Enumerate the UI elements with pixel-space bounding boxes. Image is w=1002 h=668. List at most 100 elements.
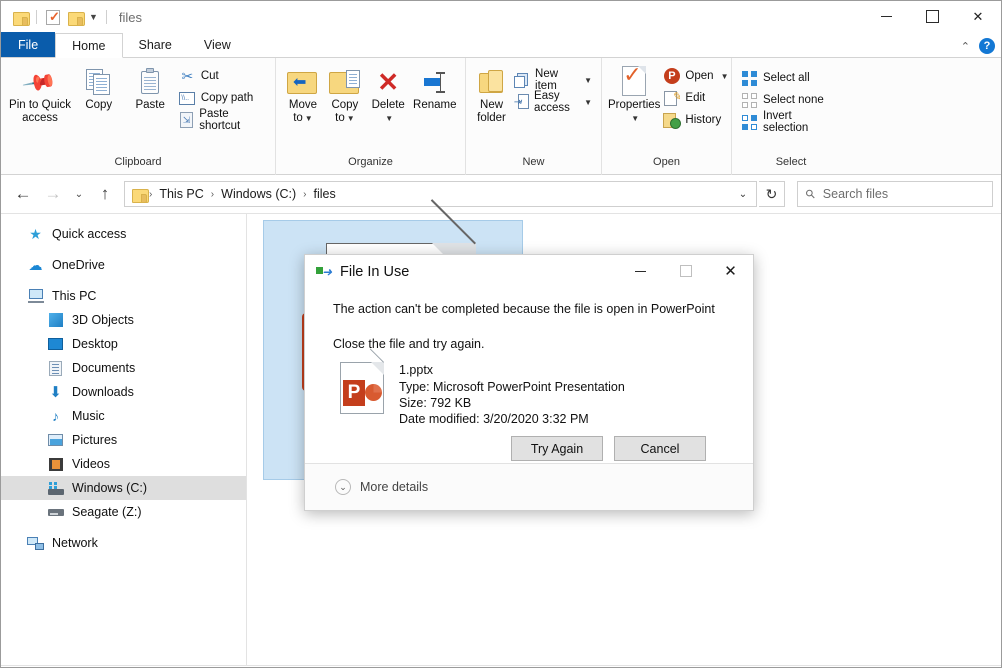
paste-shortcut-button[interactable]: ⇲ Paste shortcut [176, 108, 269, 132]
edit-icon: ✎ [663, 90, 681, 107]
properties-icon: ✓ [620, 64, 648, 99]
breadcrumb-files[interactable]: files [309, 187, 341, 201]
new-item-button[interactable]: New item ▼ [511, 68, 595, 92]
dialog-title-bar: ➜ File In Use ✕ [305, 255, 753, 288]
search-box[interactable]: ⚲ Search files [797, 181, 993, 207]
address-dropdown[interactable]: ⌄ [732, 182, 754, 206]
delete-button[interactable]: ✕ Delete ▼ [366, 62, 411, 125]
qat-properties-icon[interactable] [42, 6, 64, 28]
chevron-down-icon[interactable]: ▼ [385, 112, 393, 125]
sidebar-item-music[interactable]: ♪ Music [1, 404, 246, 428]
sidebar-item-documents[interactable]: Documents [1, 356, 246, 380]
sidebar-item-label: Windows (C:) [72, 481, 148, 495]
paste-button[interactable]: Paste [124, 62, 175, 112]
help-icon[interactable]: ? [979, 38, 995, 54]
recent-locations-button[interactable]: ⌄ [69, 180, 89, 208]
chevron-down-icon[interactable]: ▼ [631, 112, 639, 125]
minimize-button[interactable] [863, 1, 909, 32]
sidebar-item-windows-c[interactable]: Windows (C:) [1, 476, 246, 500]
button-label: Paste shortcut [199, 108, 241, 132]
title-bar: ▼ files ✕ [1, 1, 1001, 33]
invert-selection-button[interactable]: Invert selection [738, 110, 843, 134]
sidebar-item-onedrive[interactable]: ☁ OneDrive [1, 253, 246, 277]
chevron-down-icon[interactable]: ▼ [721, 72, 729, 81]
button-label-2: to ▼ [335, 112, 355, 124]
more-details-label[interactable]: More details [360, 480, 428, 494]
file-size: Size: 792 KB [399, 396, 472, 410]
navigation-bar: ← → ⌄ ↑ › This PC › Windows (C:) › files… [1, 175, 1001, 213]
file-in-use-dialog: ➜ File In Use ✕ The action can't be comp… [304, 254, 754, 511]
maximize-button[interactable] [909, 1, 955, 32]
edit-button[interactable]: ✎ Edit [660, 88, 731, 108]
paste-icon [139, 65, 161, 99]
sidebar-item-desktop[interactable]: Desktop [1, 332, 246, 356]
copy-to-button[interactable]: Copy to ▼ [324, 62, 366, 125]
new-item-icon [514, 72, 530, 89]
chevron-down-icon[interactable]: ▼ [584, 76, 592, 85]
open-small-commands: P Open ▼ ✎ Edit History [660, 62, 731, 130]
sidebar-item-label: 3D Objects [72, 313, 134, 327]
documents-icon [47, 360, 64, 377]
sidebar-item-label: Quick access [52, 227, 127, 241]
sidebar-item-label: Videos [72, 457, 110, 471]
downloads-icon: ⬇ [49, 384, 62, 401]
properties-button[interactable]: ✓ Properties ▼ [608, 62, 660, 125]
cut-button[interactable]: ✂ Cut [176, 66, 269, 86]
copy-path-button[interactable]: \\.. Copy path [176, 88, 269, 108]
pin-to-quick-access-button[interactable]: 📌 Pin to Quick access [7, 62, 73, 125]
close-button[interactable]: ✕ [955, 1, 1001, 32]
dialog-minimize-button[interactable] [618, 255, 663, 287]
history-button[interactable]: History [660, 110, 731, 130]
select-none-button[interactable]: Select none [738, 90, 843, 110]
tab-share[interactable]: Share [123, 32, 188, 57]
search-placeholder: Search files [822, 187, 889, 201]
new-folder-icon [478, 65, 505, 99]
try-again-button[interactable]: Try Again [511, 436, 603, 461]
tab-home[interactable]: Home [55, 33, 123, 58]
cancel-button[interactable]: Cancel [614, 436, 706, 461]
forward-button[interactable]: → [39, 180, 67, 208]
back-button[interactable]: ← [9, 180, 37, 208]
refresh-button[interactable]: ↻ [759, 181, 785, 207]
qat-folder-icon[interactable] [9, 6, 31, 28]
copy-icon [85, 65, 112, 99]
tab-file[interactable]: File [1, 32, 56, 57]
open-button[interactable]: P Open ▼ [660, 66, 731, 86]
chevron-down-icon[interactable]: ▼ [584, 98, 592, 107]
sidebar-item-videos[interactable]: Videos [1, 452, 246, 476]
select-all-button[interactable]: Select all [738, 68, 843, 88]
sidebar-item-pictures[interactable]: Pictures [1, 428, 246, 452]
sidebar-item-quick-access[interactable]: ★ Quick access [1, 222, 246, 246]
sidebar-item-this-pc[interactable]: This PC [1, 284, 246, 308]
search-icon: ⚲ [802, 185, 819, 203]
copy-button[interactable]: Copy [73, 62, 124, 112]
rename-button[interactable]: Rename [411, 62, 459, 112]
chevron-down-icon[interactable]: ▼ [86, 12, 101, 22]
drive-windows-icon [47, 480, 64, 497]
invert-selection-icon [741, 114, 758, 131]
address-bar[interactable]: › This PC › Windows (C:) › files ⌄ [124, 181, 757, 207]
divider [36, 10, 37, 24]
ribbon: 📌 Pin to Quick access Copy Paste ✂ Cut \… [1, 58, 1001, 175]
breadcrumb-windows-c[interactable]: Windows (C:) [216, 187, 301, 201]
easy-access-button[interactable]: ⇥ Easy access ▼ [511, 90, 595, 114]
tab-view[interactable]: View [188, 32, 247, 57]
sidebar-item-seagate-z[interactable]: Seagate (Z:) [1, 500, 246, 524]
up-button[interactable]: ↑ [91, 180, 119, 208]
chevron-up-icon[interactable]: ⌃ [961, 40, 970, 53]
move-to-button[interactable]: ⬅ Move to ▼ [282, 62, 324, 125]
qat-new-folder-icon[interactable] [64, 6, 86, 28]
chevron-down-icon[interactable]: ⌄ [732, 182, 754, 206]
sidebar-item-3d-objects[interactable]: 3D Objects [1, 308, 246, 332]
breadcrumb-this-pc[interactable]: This PC [154, 187, 208, 201]
new-folder-button[interactable]: New folder [472, 62, 511, 125]
button-label: Pin to Quick [9, 99, 72, 111]
chevron-down-circle-icon[interactable]: ⌄ [335, 479, 351, 495]
sidebar-item-network[interactable]: Network [1, 531, 246, 555]
button-label: Open [685, 70, 714, 82]
paste-shortcut-icon: ⇲ [179, 112, 194, 129]
dialog-close-button[interactable]: ✕ [708, 255, 753, 287]
sidebar-item-label: Music [72, 409, 105, 423]
cloud-icon: ☁ [28, 256, 43, 273]
sidebar-item-downloads[interactable]: ⬇ Downloads [1, 380, 246, 404]
